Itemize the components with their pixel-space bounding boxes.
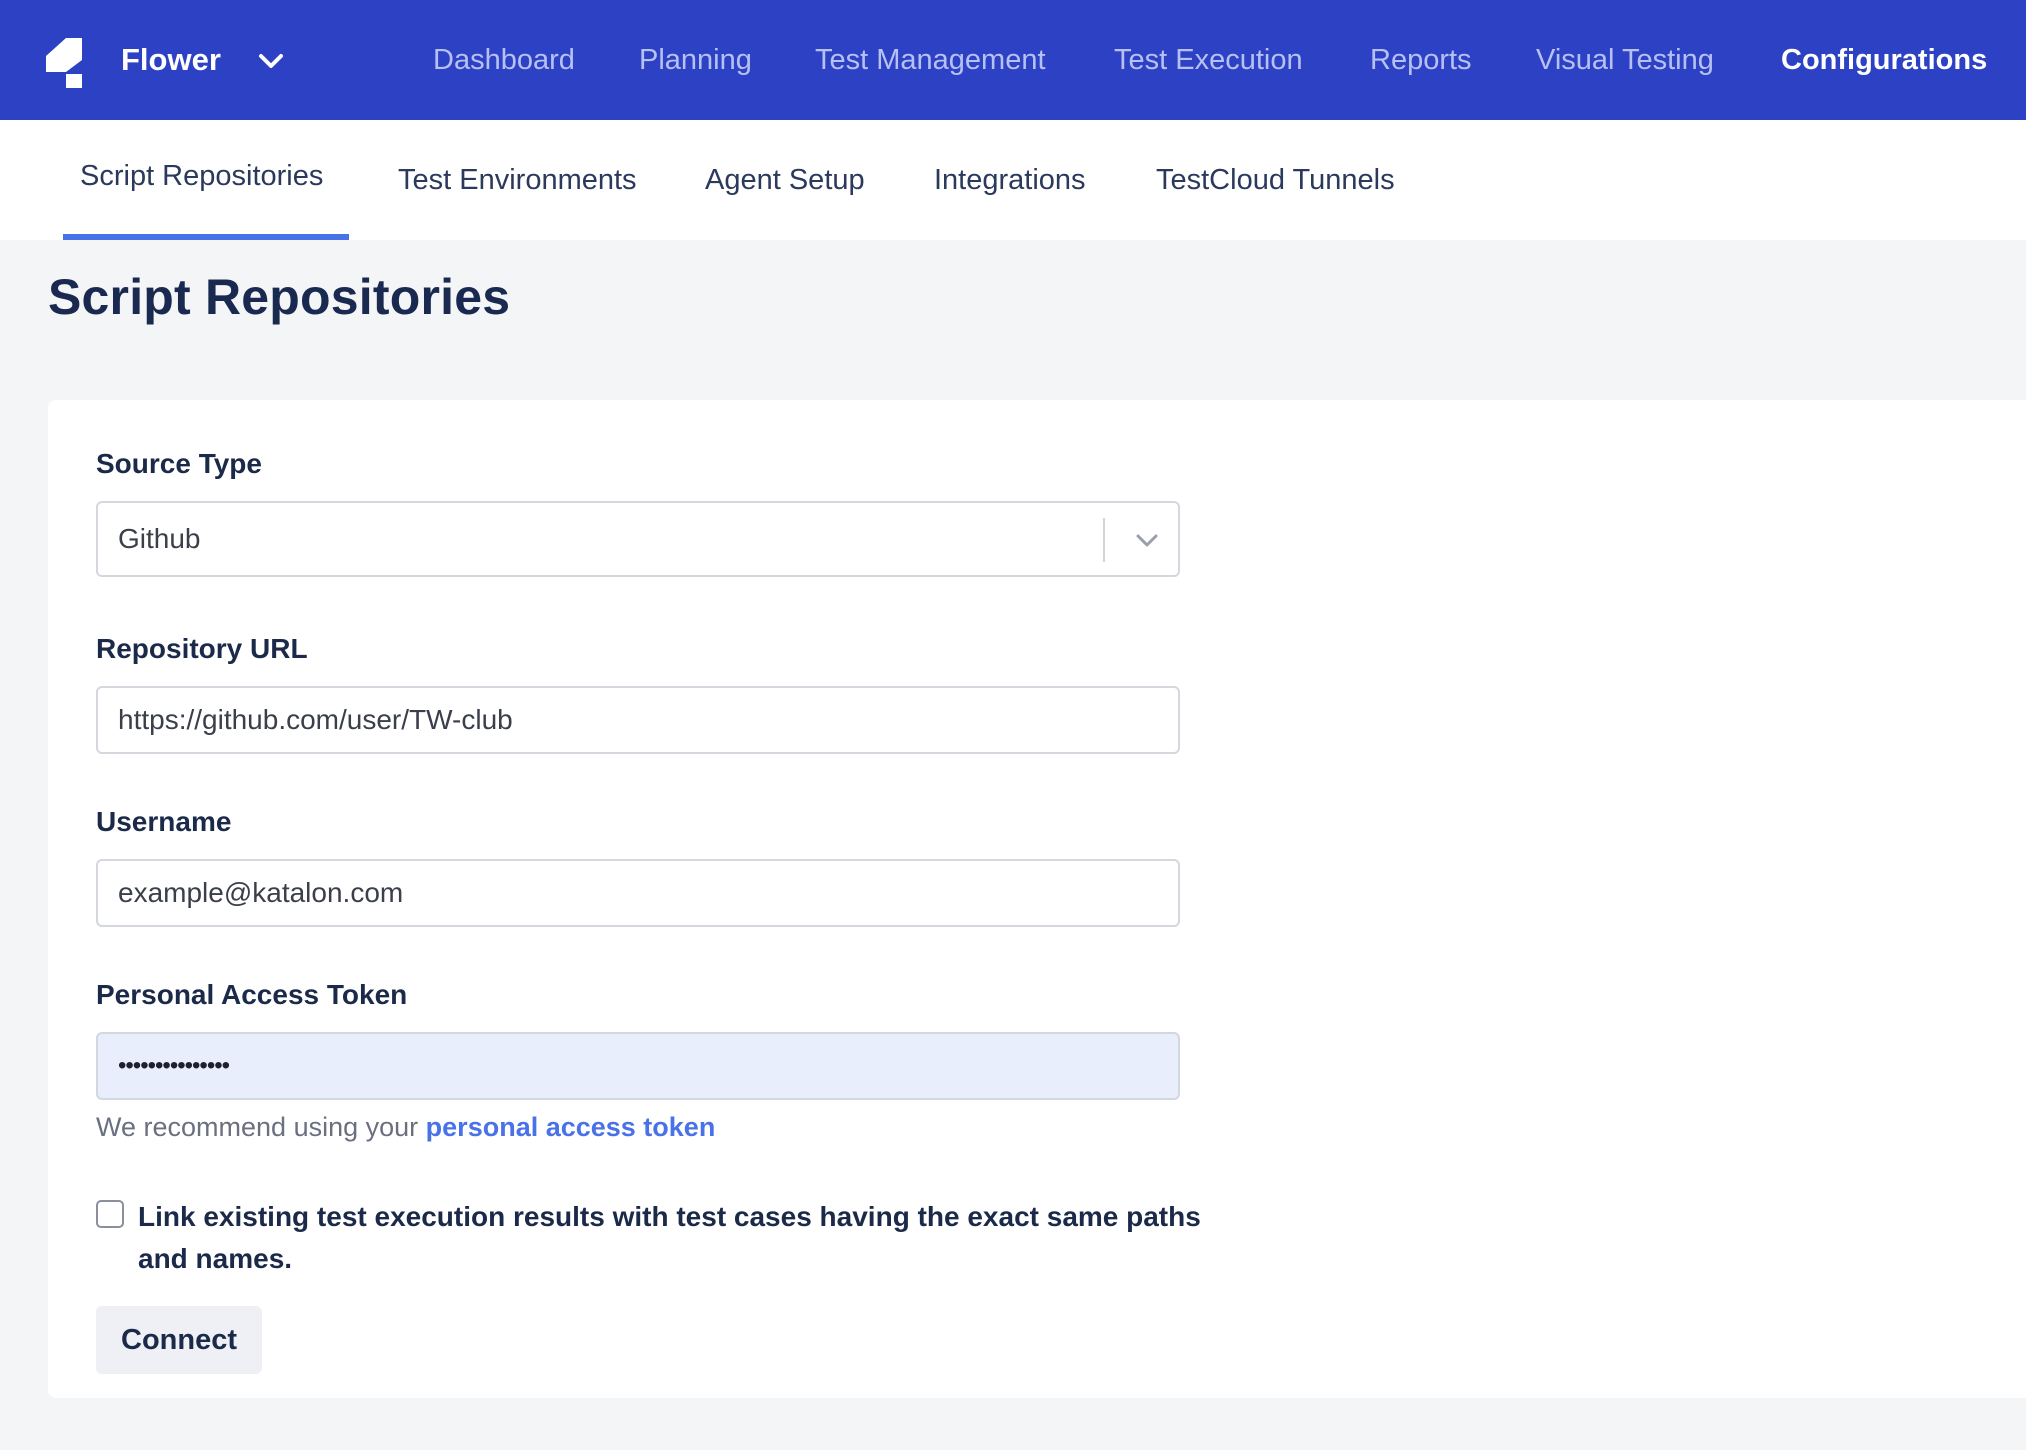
top-navigation-bar: Flower Dashboard Planning Test Managemen… [0,0,2026,120]
main-nav: Dashboard Planning Test Management Test … [0,0,2026,120]
link-results-label[interactable]: Link existing test execution results wit… [138,1196,1218,1280]
token-helper-text: We recommend using your personal access … [96,1112,715,1143]
nav-item-reports[interactable]: Reports [1370,0,1472,120]
nav-item-test-execution[interactable]: Test Execution [1114,0,1303,120]
token-input[interactable]: ••••••••••••••• [96,1032,1180,1100]
page-title: Script Repositories [48,269,511,325]
token-label: Personal Access Token [96,979,408,1010]
personal-access-token-link[interactable]: personal access token [426,1112,716,1142]
repository-url-input[interactable]: https://github.com/user/TW-club [96,686,1180,754]
source-type-select[interactable]: Github [96,501,1180,577]
source-type-label: Source Type [96,448,262,479]
repository-url-value: https://github.com/user/TW-club [118,704,513,735]
select-divider [1103,518,1105,562]
repository-url-label: Repository URL [96,633,308,664]
tab-script-repositories[interactable]: Script Repositories [80,116,323,236]
connect-button[interactable]: Connect [96,1306,262,1374]
tab-testcloud-tunnels[interactable]: TestCloud Tunnels [1156,120,1395,240]
username-value: example@katalon.com [118,877,404,908]
tab-integrations[interactable]: Integrations [934,120,1086,240]
chevron-down-icon[interactable] [1132,525,1162,555]
username-label: Username [96,806,232,837]
sub-tabs: Script Repositories Test Environments Ag… [0,120,2026,240]
source-type-value: Github [118,523,201,554]
tab-agent-setup[interactable]: Agent Setup [705,120,865,240]
nav-item-dashboard[interactable]: Dashboard [433,0,575,120]
nav-item-configurations[interactable]: Configurations [1781,0,1987,120]
helper-text: We recommend using your [96,1112,419,1142]
nav-item-test-management[interactable]: Test Management [815,0,1046,120]
tab-test-environments[interactable]: Test Environments [398,120,637,240]
link-results-checkbox[interactable] [96,1200,124,1228]
active-tab-indicator [63,234,349,240]
username-input[interactable]: example@katalon.com [96,859,1180,927]
repository-form-card: Source Type Github Repository URL https:… [48,400,2026,1398]
token-value: ••••••••••••••• [118,1052,230,1079]
nav-item-visual-testing[interactable]: Visual Testing [1536,0,1714,120]
nav-item-planning[interactable]: Planning [639,0,752,120]
